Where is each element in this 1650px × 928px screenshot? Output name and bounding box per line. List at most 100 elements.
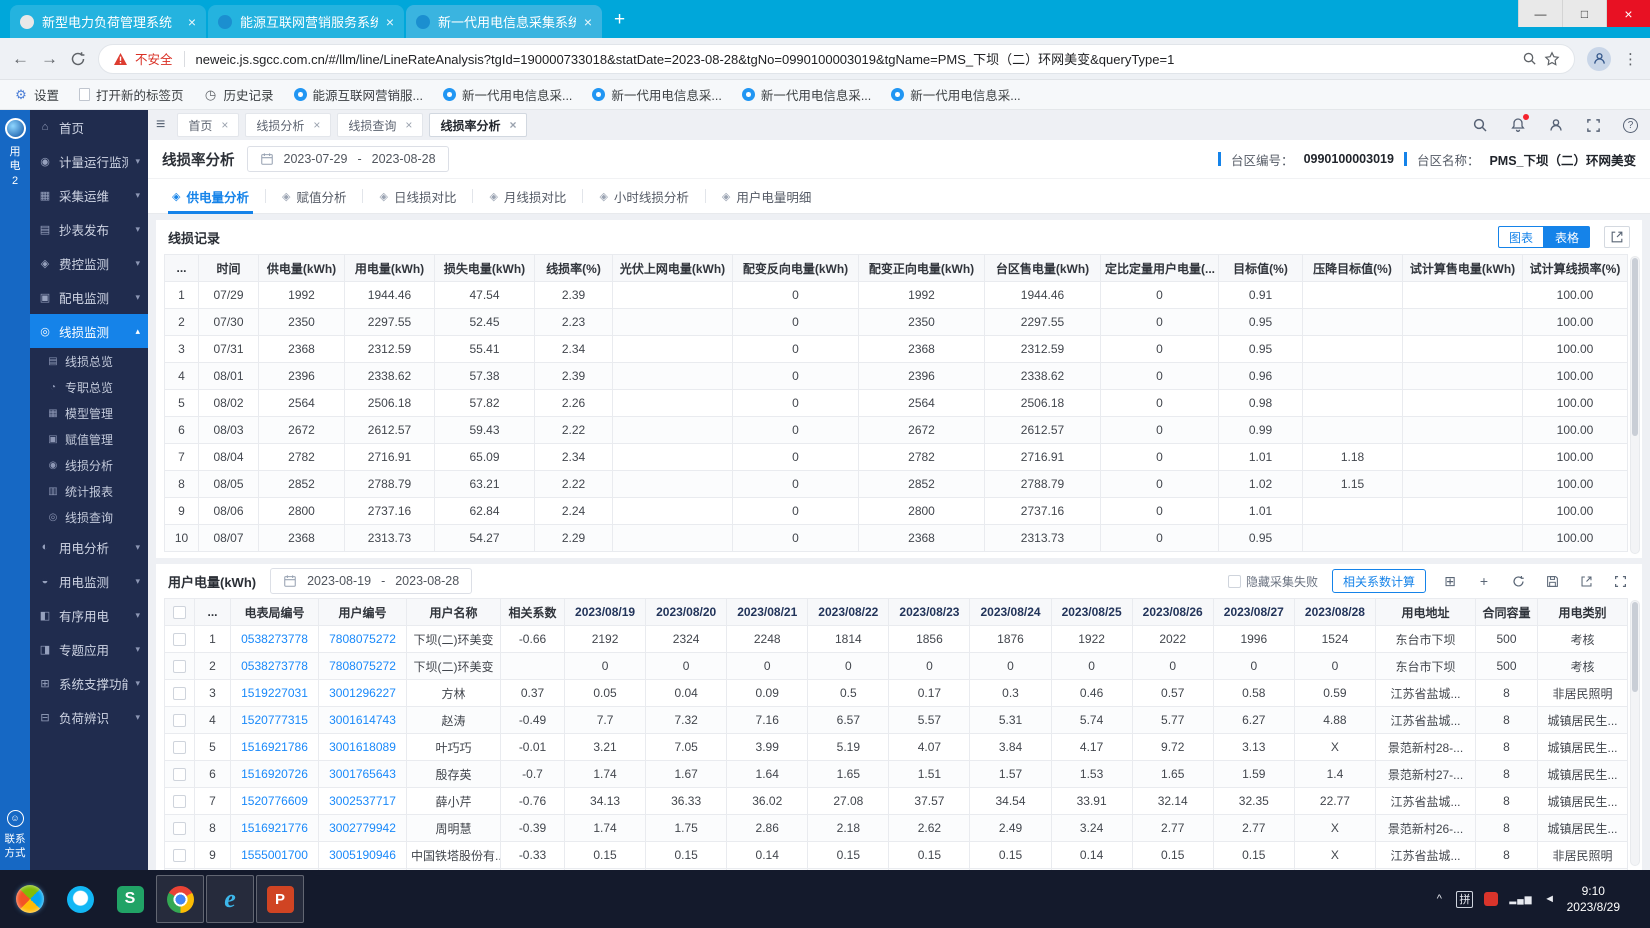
minimize-button[interactable]: — (1518, 0, 1562, 27)
ie-app-icon-slot[interactable]: e (206, 875, 254, 923)
sidebar-collapse-button[interactable]: ≡ (156, 116, 165, 134)
network-icon[interactable]: ▂▄▆ (1509, 894, 1532, 905)
profile-avatar[interactable] (1587, 47, 1611, 71)
table-row[interactable]: 908/0628002737.1662.842.24028002737.1601… (165, 498, 1628, 525)
sidebar-item[interactable]: ◎线损监测▴ (30, 314, 148, 348)
checkbox-icon[interactable] (173, 633, 186, 646)
bookmark-item[interactable]: ⚙设置 (14, 85, 59, 104)
start-button-slot[interactable] (6, 875, 54, 923)
table-row[interactable]: 715207766093002537717薛小芹-0.7634.1336.333… (165, 788, 1628, 815)
row-checkbox-cell[interactable] (165, 842, 195, 869)
correlation-calc-button[interactable]: 相关系数计算 (1332, 569, 1426, 593)
sidebar-item[interactable]: ⌂首页 (30, 110, 148, 144)
browser-tab[interactable]: 能源互联网营销服务系统× (208, 5, 404, 38)
checkbox-icon[interactable] (173, 849, 186, 862)
row-checkbox-cell[interactable] (165, 869, 195, 871)
date-end[interactable]: 2023-08-28 (372, 152, 436, 166)
sidebar-subitem[interactable]: ◎线损查询 (30, 504, 148, 530)
user-energy-date-range[interactable]: 2023-08-19 - 2023-08-28 (270, 568, 472, 594)
analysis-tab[interactable]: ◈小时线损分析 (583, 179, 704, 213)
date-start[interactable]: 2023-08-19 (307, 574, 371, 588)
tab-close-icon[interactable]: × (188, 14, 196, 30)
analysis-tab[interactable]: ◈赋值分析 (266, 179, 362, 213)
bookmark-item[interactable]: ◷历史记录 (204, 85, 274, 104)
checkbox-icon[interactable] (173, 741, 186, 754)
zoom-icon[interactable] (1522, 51, 1537, 66)
sidebar-subitem[interactable]: ◔专职总览 (30, 374, 148, 400)
messenger-app-icon-slot[interactable] (56, 875, 104, 923)
checkbox-icon[interactable] (1228, 575, 1241, 588)
checkbox-icon[interactable] (173, 606, 186, 619)
table-row[interactable]: 307/3123682312.5955.412.34023682312.5900… (165, 336, 1628, 363)
help-icon[interactable]: ? (1623, 118, 1638, 133)
forward-button[interactable]: → (41, 50, 58, 67)
table-row[interactable]: 608/0326722612.5759.432.22026722612.5700… (165, 417, 1628, 444)
table-row[interactable]: 315192270313001296227方林0.370.050.040.090… (165, 680, 1628, 707)
tab-close-icon[interactable]: × (509, 118, 516, 132)
browser-menu-icon[interactable]: ⋮ (1623, 50, 1638, 68)
search-icon[interactable] (1472, 117, 1488, 133)
new-tab-button[interactable]: + (614, 9, 625, 31)
contact-widget[interactable]: ☺ 联系方式 (3, 810, 27, 860)
table-view-button[interactable]: 表格 (1544, 226, 1590, 248)
checkbox-icon[interactable] (173, 768, 186, 781)
scrollbar[interactable] (1630, 256, 1640, 554)
tab-close-icon[interactable]: × (405, 118, 412, 132)
analysis-tab[interactable]: ◈日线损对比 (363, 179, 472, 213)
add-icon[interactable]: + (1474, 571, 1494, 591)
refresh-button[interactable] (70, 51, 86, 67)
sidebar-item[interactable]: ⊞系统支撑功能▾ (30, 666, 148, 700)
bookmark-item[interactable]: 新一代用电信息采... (592, 85, 721, 104)
scrollbar-thumb[interactable] (1632, 602, 1638, 692)
date-start[interactable]: 2023-07-29 (284, 152, 348, 166)
scrollbar-thumb[interactable] (1632, 258, 1638, 436)
sidebar-subitem[interactable]: ▥统计报表 (30, 478, 148, 504)
checkbox-icon[interactable] (173, 660, 186, 673)
chart-view-button[interactable]: 图表 (1498, 226, 1544, 248)
browser-tab[interactable]: 新一代用电信息采集系统× (406, 5, 602, 38)
table-row[interactable]: 207/3023502297.5552.452.23023502297.5500… (165, 309, 1628, 336)
row-checkbox-cell[interactable] (165, 653, 195, 680)
row-checkbox-cell[interactable] (165, 761, 195, 788)
date-end[interactable]: 2023-08-28 (395, 574, 459, 588)
row-checkbox-cell[interactable] (165, 815, 195, 842)
sidebar-subitem[interactable]: ▣赋值管理 (30, 426, 148, 452)
bookmark-item[interactable]: 新一代用电信息采... (891, 85, 1020, 104)
sidebar-item[interactable]: ◉计量运行监测▾ (30, 144, 148, 178)
analysis-tab[interactable]: ◈月线损对比 (473, 179, 582, 213)
tray-expand-icon[interactable]: ^ (1433, 893, 1445, 905)
row-checkbox-cell[interactable] (165, 734, 195, 761)
checkbox-icon[interactable] (173, 795, 186, 808)
bookmark-item[interactable]: 新一代用电信息采... (443, 85, 572, 104)
row-checkbox-cell[interactable] (165, 680, 195, 707)
save-icon[interactable] (1542, 571, 1562, 591)
address-bar[interactable]: 不安全 neweic.js.sgcc.com.cn/#/llm/line/Lin… (98, 44, 1575, 74)
table-row[interactable]: 408/0123962338.6257.382.39023962338.6200… (165, 363, 1628, 390)
sidebar-item[interactable]: ▦采集运维▾ (30, 178, 148, 212)
fullscreen-icon[interactable] (1610, 571, 1630, 591)
close-button[interactable]: × (1606, 0, 1650, 27)
sidebar-item[interactable]: ◈费控监测▾ (30, 246, 148, 280)
table-row[interactable]: 808/0528522788.7963.212.22028522788.7901… (165, 471, 1628, 498)
table-row[interactable]: 105382737787808075272下坝(二)环美变-0.66219223… (165, 626, 1628, 653)
volume-icon[interactable]: ◄ (1544, 893, 1556, 905)
table-row[interactable]: 107/2919921944.4647.542.39019921944.4600… (165, 282, 1628, 309)
analysis-tab[interactable]: ◈用户电量明细 (706, 179, 827, 213)
back-button[interactable]: ← (12, 50, 29, 67)
export-icon[interactable] (1604, 226, 1630, 248)
table-row[interactable]: 205382737787808075272下坝(二)环美变0000000000东… (165, 653, 1628, 680)
notification-bell-icon[interactable] (1510, 117, 1526, 133)
tab-close-icon[interactable]: × (221, 118, 228, 132)
table-row[interactable]: 915550017003005190946中国铁塔股份有...-0.330.15… (165, 842, 1628, 869)
workspace-tab[interactable]: 线损率分析× (429, 113, 527, 137)
maximize-button[interactable]: □ (1562, 0, 1606, 27)
export-icon[interactable] (1576, 571, 1596, 591)
sidebar-item[interactable]: ⊟负荷辨识▾ (30, 700, 148, 734)
table-row[interactable]: 1015550017013005190947中国铁塔股份有...-0.170.2… (165, 869, 1628, 871)
workspace-tab[interactable]: 首页× (177, 113, 239, 137)
select-all-checkbox[interactable] (165, 599, 195, 626)
table-row[interactable]: 515169217863001618089叶巧巧-0.013.217.053.9… (165, 734, 1628, 761)
browser-tab[interactable]: 新型电力负荷管理系统× (10, 5, 206, 38)
hide-failed-toggle[interactable]: 隐藏采集失败 (1228, 573, 1318, 590)
fullscreen-icon[interactable] (1586, 118, 1601, 133)
